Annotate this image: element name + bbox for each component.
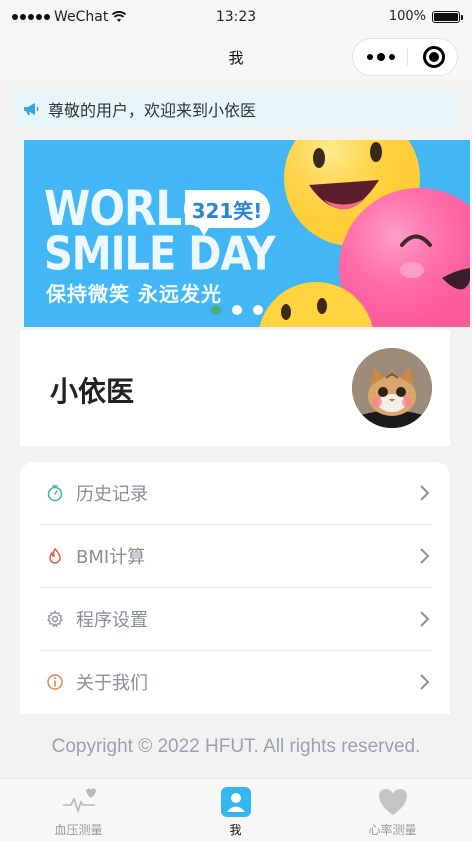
status-right: 100% (388, 9, 463, 24)
gear-icon (47, 610, 63, 628)
close-miniprogram-icon[interactable] (423, 46, 445, 68)
menu-item-about[interactable]: 关于我们 (40, 651, 432, 713)
stopwatch-icon (47, 485, 63, 502)
settings-menu: 历史记录 BMI计算 程序设置 关于我们 (20, 462, 450, 714)
banner-slogan: 保持微笑 永远发光 (46, 282, 222, 306)
capsule-divider (407, 48, 408, 66)
tab-label-blood-pressure: 血压测量 (54, 823, 103, 837)
chevron-right-icon (420, 611, 430, 627)
info-icon (47, 674, 63, 690)
battery-icon (432, 10, 463, 23)
chevron-right-icon (420, 674, 430, 690)
heartbeat-icon (63, 788, 96, 814)
carousel-dot[interactable] (232, 305, 242, 315)
tab-label-heart-rate: 心率测量 (368, 823, 417, 837)
notice-text: 尊敬的用户，欢迎来到小依医 (48, 101, 257, 120)
copyright-text: Copyright © 2022 HFUT. All rights reserv… (51, 736, 421, 757)
menu-item-settings[interactable]: 程序设置 (40, 588, 432, 651)
tab-me[interactable]: 我 (157, 779, 314, 841)
heart-icon (379, 789, 407, 815)
more-icon[interactable] (367, 53, 395, 61)
tab-bar: 血压测量 我 心率测量 (0, 778, 472, 841)
menu-label-bmi: BMI计算 (76, 547, 146, 568)
cat-avatar-image (352, 348, 432, 428)
menu-item-history[interactable]: 历史记录 (40, 462, 432, 525)
tab-blood-pressure[interactable]: 血压测量 (0, 779, 157, 841)
avatar[interactable] (352, 348, 432, 428)
menu-label-about: 关于我们 (76, 673, 148, 694)
nav-bar: 我 (0, 34, 472, 80)
miniprogram-capsule (352, 38, 458, 76)
chevron-right-icon (420, 485, 430, 501)
carousel-dot[interactable] (253, 305, 263, 315)
chevron-right-icon (420, 548, 430, 564)
tab-label-me: 我 (229, 823, 242, 837)
tab-heart-rate[interactable]: 心率测量 (314, 779, 471, 841)
menu-item-bmi[interactable]: BMI计算 (40, 525, 432, 588)
status-bar: WeChat 13:23 100% (0, 0, 472, 34)
menu-label-settings: 程序设置 (76, 610, 148, 631)
carousel-dot[interactable] (211, 305, 221, 315)
banner-carousel[interactable]: WORLD SMILE DAY 321笑! 保持微笑 永远发光 (24, 140, 470, 327)
user-name: 小依医 (50, 375, 135, 408)
profile-card[interactable]: 小依医 (20, 330, 450, 446)
carousel-indicator[interactable] (211, 305, 263, 315)
battery-percent: 100% (388, 9, 426, 24)
banner-bubble: 321笑! (184, 190, 270, 236)
megaphone-icon (24, 103, 39, 115)
notice-bar: 尊敬的用户，欢迎来到小依医 (14, 91, 458, 127)
menu-label-history: 历史记录 (76, 484, 148, 505)
banner-headline-2: SMILE DAY (44, 228, 276, 281)
user-icon (221, 787, 251, 817)
flame-icon (49, 547, 61, 564)
